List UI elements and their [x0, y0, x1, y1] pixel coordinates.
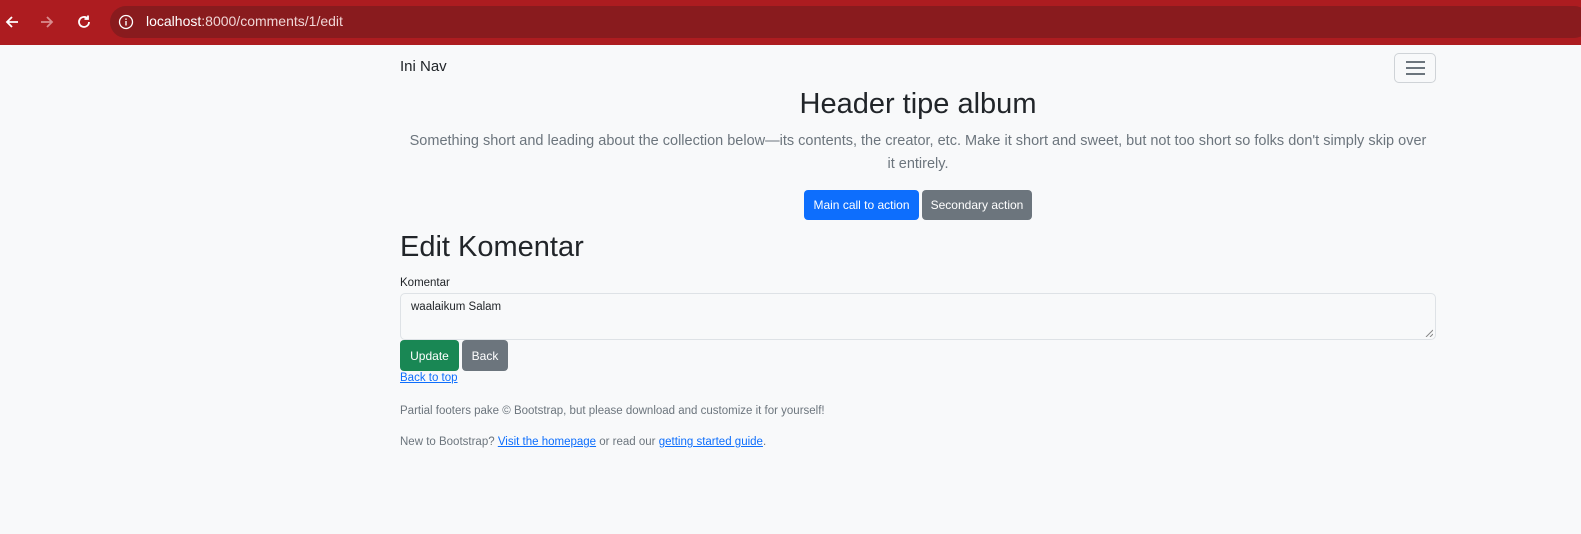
hero-title: Header tipe album: [799, 88, 1037, 120]
secondary-action-button[interactable]: Secondary action: [922, 190, 1032, 220]
comment-textarea[interactable]: waalaikum Salam: [400, 293, 1436, 340]
menu-icon-bar: [1406, 61, 1425, 63]
footer-text: .: [762, 436, 767, 448]
forward-arrow-icon[interactable]: [35, 10, 59, 34]
hero-lead-line: Something short and leading about the co…: [409, 133, 1427, 149]
main-call-to-action-button[interactable]: Main call to action: [804, 190, 919, 220]
hero-lead: Something short and leading about the co…: [400, 130, 1436, 176]
url-text[interactable]: localhost:8000/comments/1/edit: [146, 13, 343, 29]
back-arrow-icon[interactable]: [0, 10, 24, 34]
back-button[interactable]: Back: [462, 340, 508, 371]
navbar-brand[interactable]: Ini Nav: [400, 58, 447, 75]
reload-icon[interactable]: [72, 10, 96, 34]
menu-icon-bar: [1406, 73, 1425, 75]
comment-value: waalaikum Salam: [411, 301, 502, 313]
url-path: :8000/comments/1/edit: [201, 13, 343, 29]
footer-copyright: Partial footers pake © Bootstrap, but pl…: [400, 405, 825, 417]
footer-text: or read our: [596, 436, 659, 448]
site-info-icon[interactable]: [118, 14, 134, 30]
hero-lead-line: it entirely.: [887, 156, 949, 172]
update-button[interactable]: Update: [400, 340, 459, 371]
getting-started-link[interactable]: getting started guide: [659, 436, 763, 448]
footer-text: New to Bootstrap?: [400, 436, 498, 448]
homepage-link[interactable]: Visit the homepage: [498, 436, 596, 448]
resize-handle-icon[interactable]: [1425, 329, 1433, 337]
edit-comment-title: Edit Komentar: [400, 231, 584, 263]
navbar-toggler-button[interactable]: [1394, 53, 1436, 83]
url-host: localhost: [146, 13, 202, 29]
browser-toolbar: localhost:8000/comments/1/edit: [0, 0, 1581, 45]
address-bar[interactable]: localhost:8000/comments/1/edit: [110, 6, 1581, 38]
back-to-top-link[interactable]: Back to top: [400, 372, 458, 384]
menu-icon-bar: [1406, 67, 1425, 69]
comment-label: Komentar: [400, 277, 450, 289]
footer-help-text: New to Bootstrap? Visit the homepage or …: [400, 436, 766, 448]
